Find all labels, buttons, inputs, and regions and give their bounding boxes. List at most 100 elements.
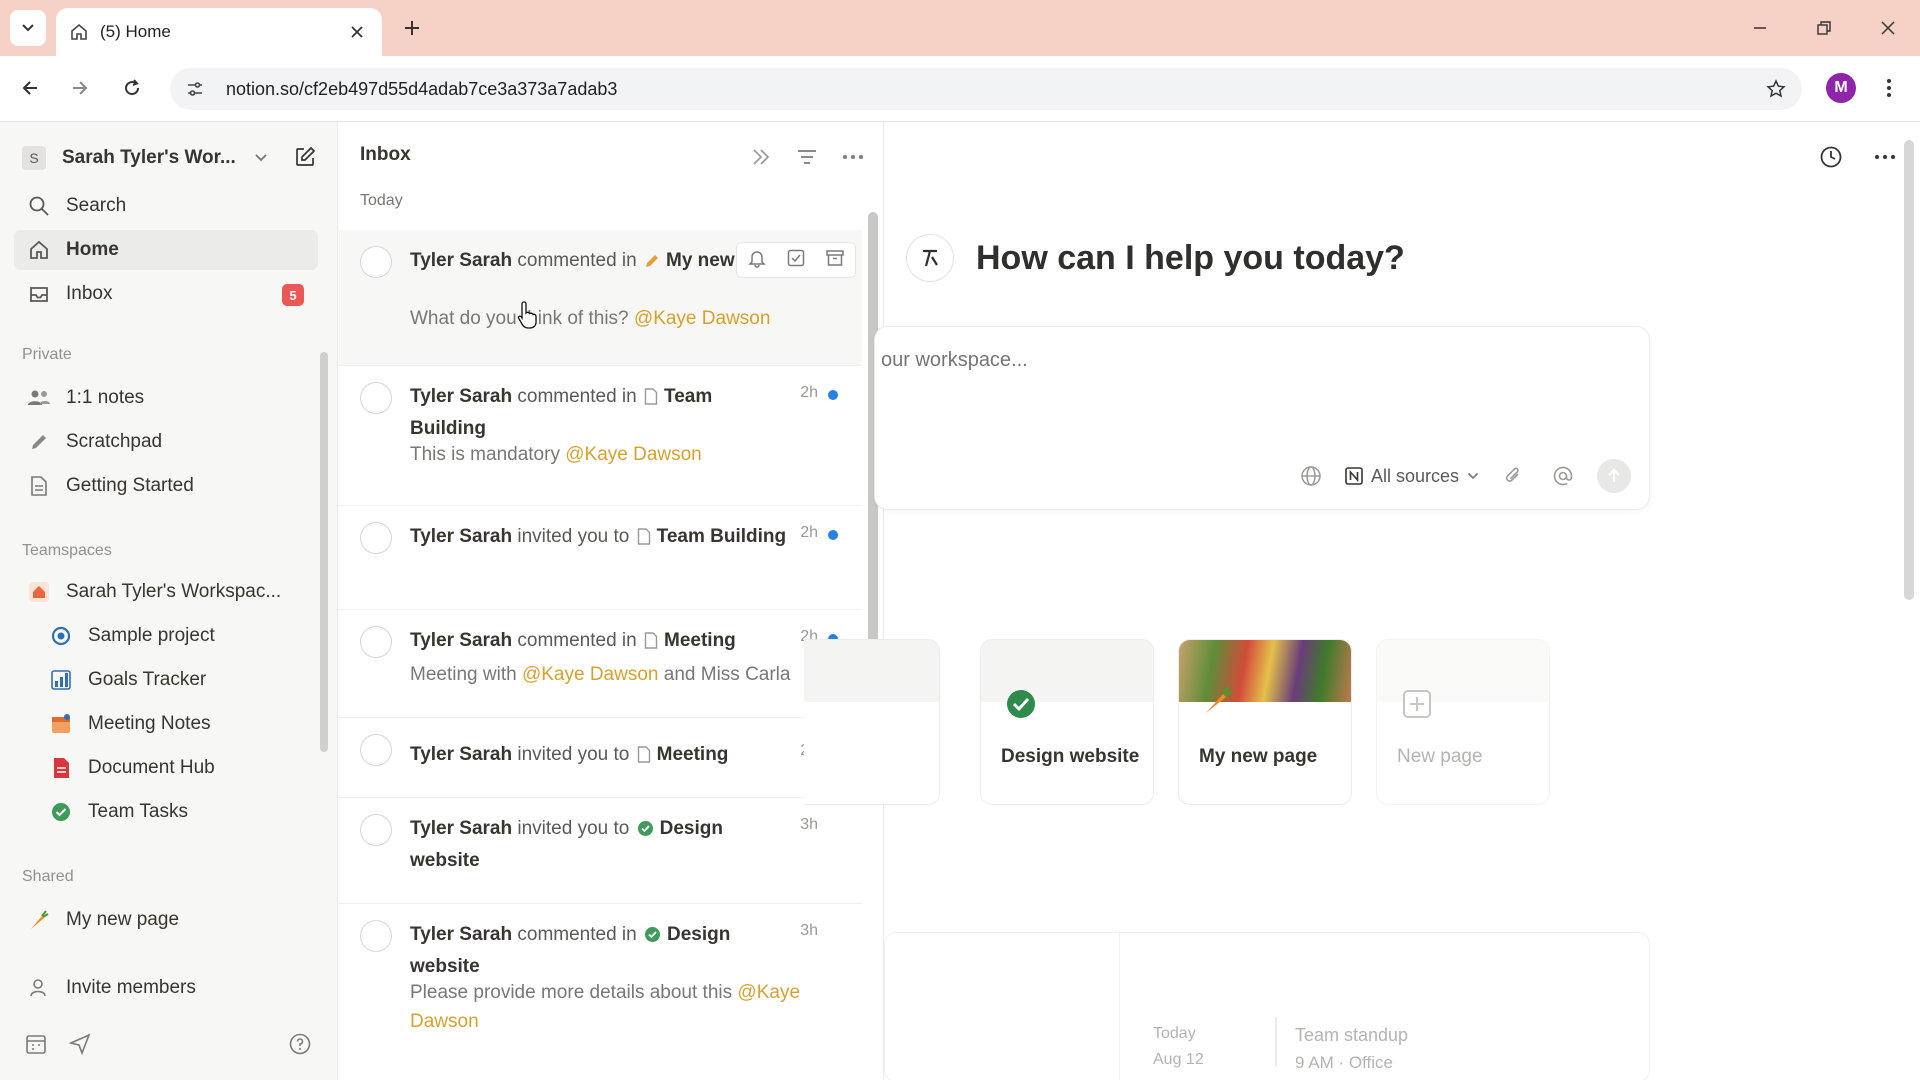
filter-icon <box>798 150 816 164</box>
help-icon[interactable] <box>288 1032 312 1061</box>
sources-dropdown[interactable]: All sources <box>1345 466 1479 487</box>
user-avatar <box>360 626 392 658</box>
calendar-app-icon[interactable] <box>24 1032 48 1061</box>
add-person-icon <box>26 975 52 1001</box>
workspace-switcher[interactable]: S Sarah Tyler's Wor... <box>22 140 272 176</box>
sidebar-item-label: Inbox <box>66 283 113 304</box>
attach-icon[interactable] <box>1497 460 1529 492</box>
notification-header: Tyler Sarah commented in Team Building <box>410 382 790 443</box>
sidebar-item-my-new-page[interactable]: My new page <box>14 900 318 940</box>
page-link[interactable]: Meeting <box>657 744 729 765</box>
page-link[interactable]: Team Building <box>657 526 786 547</box>
calendar-event[interactable]: Team standup 9 AM · Office <box>1295 1021 1408 1077</box>
send-icon[interactable] <box>68 1032 92 1061</box>
forward-button[interactable] <box>62 70 98 106</box>
back-button[interactable] <box>12 70 48 106</box>
user-avatar <box>360 246 392 278</box>
comment-text: Meeting with <box>410 664 522 685</box>
inbox-notification[interactable]: Tyler Sarah commented in Meeting Meeting… <box>338 610 862 718</box>
close-icon <box>1881 21 1895 35</box>
chart-icon <box>48 667 74 693</box>
sidebar-item-document-hub[interactable]: Document Hub <box>36 748 318 788</box>
new-page-button[interactable] <box>290 142 320 172</box>
home-icon <box>71 23 87 40</box>
more-horizontal-icon <box>1875 155 1895 159</box>
card-cover <box>804 640 939 702</box>
card-title: New page <box>1397 746 1483 767</box>
page-link[interactable]: Meeting <box>664 630 736 651</box>
browser-tab-home[interactable]: (5) Home <box>56 8 382 56</box>
sidebar-item-team-tasks[interactable]: Team Tasks <box>36 792 318 832</box>
sidebar-item-home[interactable]: Home <box>14 230 318 270</box>
inbox-notification[interactable]: Tyler Sarah commented in My new page Wha… <box>338 230 862 366</box>
invite-members-button[interactable]: Invite members <box>14 968 318 1008</box>
archive-icon[interactable] <box>825 248 845 273</box>
sidebar-item-goals-tracker[interactable]: Goals Tracker <box>36 660 318 700</box>
sidebar-item-search[interactable]: Search <box>14 186 318 226</box>
filter-button[interactable] <box>792 142 822 172</box>
inbox-section-today: Today <box>360 192 403 209</box>
sidebar-item-getting-started[interactable]: Getting Started <box>14 466 318 506</box>
reload-icon <box>125 79 140 96</box>
sidebar-item-label: Team Tasks <box>88 801 188 822</box>
sidebar-item-sample-project[interactable]: Sample project <box>36 616 318 656</box>
inbox-notification[interactable]: Tyler Sarah commented in Design website … <box>338 904 862 1080</box>
actor-name: Tyler Sarah <box>410 818 513 839</box>
close-panel-button[interactable] <box>746 142 776 172</box>
sidebar-item-label: Document Hub <box>88 757 215 778</box>
user-mention[interactable]: @Kaye Dawson <box>634 308 771 329</box>
inbox-more-button[interactable] <box>838 142 868 172</box>
inbox-panel: Inbox Today Tyler Sarah commented in My … <box>338 122 884 1080</box>
double-chevron-right-icon <box>753 149 770 165</box>
new-tab-button[interactable] <box>396 12 428 44</box>
inbox-notification[interactable]: Tyler Sarah commented in Team Building T… <box>338 366 862 506</box>
recent-page-card[interactable] <box>804 639 940 805</box>
web-search-icon[interactable] <box>1295 460 1327 492</box>
reload-button[interactable] <box>114 70 150 106</box>
notification-comment: This is mandatory @Kaye Dawson <box>410 440 830 469</box>
chevron-down-icon <box>1467 472 1479 480</box>
sidebar-item-teamspace[interactable]: Sarah Tyler's Workspac... <box>14 572 318 612</box>
carrot-icon <box>26 907 52 933</box>
ai-prompt-input[interactable] <box>881 349 1581 372</box>
sidebar-item-meeting-notes[interactable]: Meeting Notes <box>36 704 318 744</box>
recent-page-card[interactable]: My new page <box>1178 639 1352 805</box>
minimize-button[interactable] <box>1740 10 1780 46</box>
plus-icon <box>405 21 419 35</box>
main-scrollbar[interactable] <box>1904 140 1914 600</box>
sidebar-item-scratchpad[interactable]: Scratchpad <box>14 422 318 462</box>
address-bar[interactable]: notion.so/cf2eb497d55d4adab7ce3a373a7ada… <box>170 68 1802 110</box>
plus-square-icon <box>1401 688 1433 720</box>
notification-verb: invited you to <box>517 818 630 839</box>
user-mention[interactable]: @Kaye Dawson <box>522 664 659 685</box>
inbox-notification[interactable]: Tyler Sarah invited you to Design websit… <box>338 798 862 904</box>
restore-button[interactable] <box>1804 10 1844 46</box>
page-more-button[interactable] <box>1868 140 1902 174</box>
event-title: Team standup <box>1295 1025 1409 1045</box>
sidebar-item-inbox[interactable]: Inbox 5 <box>14 274 318 314</box>
sidebar-scrollbar[interactable] <box>320 352 328 752</box>
close-tab-icon[interactable] <box>346 21 368 43</box>
sidebar-item-label: 1:1 notes <box>66 387 145 408</box>
bell-icon[interactable] <box>747 248 767 273</box>
user-mention[interactable]: @Kaye Dawson <box>565 444 702 465</box>
bookmark-star-icon[interactable] <box>1766 79 1786 99</box>
profile-avatar[interactable]: M <box>1826 73 1856 103</box>
user-avatar <box>360 522 392 554</box>
inbox-notification[interactable]: Tyler Sarah invited you to Team Building… <box>338 506 862 610</box>
new-page-card[interactable]: New page <box>1376 639 1550 805</box>
recent-page-card[interactable]: Design website <box>980 639 1154 805</box>
browser-menu-button[interactable] <box>1874 70 1904 106</box>
sidebar-item-1-1-notes[interactable]: 1:1 notes <box>14 378 318 418</box>
submit-prompt-button[interactable] <box>1597 459 1631 493</box>
inbox-notification[interactable]: Tyler Sarah invited you to Meeting 2h <box>338 718 862 798</box>
tab-search-button[interactable] <box>10 10 46 46</box>
mention-icon[interactable] <box>1547 460 1579 492</box>
updates-history-button[interactable] <box>1814 140 1848 174</box>
close-window-button[interactable] <box>1868 10 1908 46</box>
home-icon <box>26 237 52 263</box>
document-icon <box>48 755 74 781</box>
site-settings-icon[interactable] <box>186 80 204 98</box>
mark-read-icon[interactable] <box>786 248 806 273</box>
pencil-icon <box>644 249 660 278</box>
